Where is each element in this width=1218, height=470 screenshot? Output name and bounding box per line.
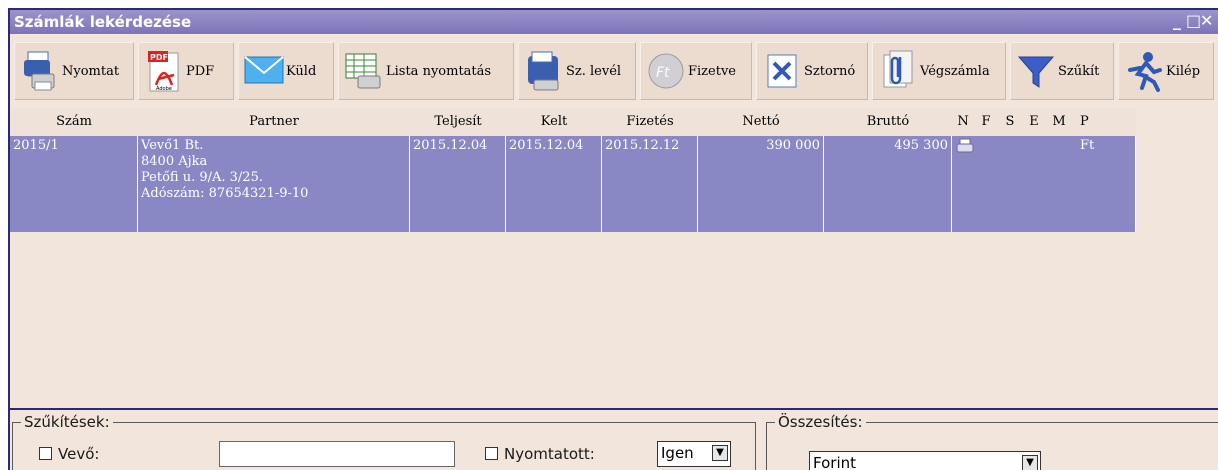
nyomtatott-select[interactable]: Igen ▼ (657, 441, 731, 467)
window-controls: _□✕ (1172, 11, 1214, 30)
close-icon[interactable]: ✕ (1200, 11, 1214, 30)
sztorno-button[interactable]: Sztornó (756, 42, 868, 100)
grid-bottom-border (10, 408, 1218, 410)
fizetve-button[interactable]: Ft Fizetve (640, 42, 752, 100)
column-header-brutto[interactable]: Bruttó (824, 108, 952, 136)
column-header-teljesit[interactable]: Teljesít (410, 108, 506, 136)
cell-partner: Vevő1 Bt. 8400 Ajka Petőfi u. 9/A. 3/25.… (138, 136, 410, 232)
column-header-fizetes[interactable]: Fizetés (602, 108, 698, 136)
cell-brutto: 495 300 (824, 136, 952, 232)
title-bar: Számlák lekérdezése _□✕ (10, 10, 1218, 34)
sztorno-label: Sztornó (804, 63, 856, 79)
pdf-icon-subtext: Adobe (156, 86, 172, 92)
column-header-szam[interactable]: Szám (10, 108, 138, 136)
column-header-s[interactable]: S (998, 108, 1022, 136)
cell-netto: 390 000 (698, 136, 824, 232)
cell-fizetes: 2015.12.12 (602, 136, 698, 232)
maximize-icon[interactable]: □ (1186, 11, 1201, 30)
filters-legend: Szűkítések: (21, 413, 113, 431)
column-header-partner[interactable]: Partner (138, 108, 410, 136)
funnel-icon (1015, 49, 1057, 93)
vevo-label: Vevő: (58, 445, 100, 463)
currency-select[interactable]: Forint ▼ (809, 451, 1041, 470)
partner-taxnumber: Adószám: 87654321-9-10 (141, 186, 309, 201)
vegszamla-label: Végszámla (920, 63, 990, 79)
invoice-table: Szám Partner Teljesít Kelt Fizetés Nettó… (10, 108, 1136, 408)
summary-legend: Összesítés: (775, 413, 866, 431)
column-header-kelt[interactable]: Kelt (506, 108, 602, 136)
fizetve-label: Fizetve (688, 63, 736, 79)
list-print-icon (343, 49, 385, 93)
sz-level-button[interactable]: Sz. levél (518, 42, 636, 100)
column-header-netto[interactable]: Nettó (698, 108, 824, 136)
vevo-checkbox-row[interactable]: Vevő: (39, 445, 99, 463)
toolbar: Nyomtat PDF Adobe PDF Küld Lista nyomtat… (10, 38, 1218, 110)
nyomtatott-checkbox-row[interactable]: Nyomtatott: (485, 445, 595, 463)
cell-flags (952, 136, 1072, 232)
kilep-button[interactable]: Kilép (1118, 42, 1214, 100)
paperclip-icon (877, 49, 919, 93)
pdf-icon-text: PDF (150, 53, 168, 62)
running-man-icon (1123, 49, 1165, 93)
kuld-button[interactable]: Küld (238, 42, 334, 100)
partner-name: Vevő1 Bt. (141, 138, 204, 153)
pdf-button[interactable]: PDF Adobe PDF (138, 42, 234, 100)
letter-print-icon (523, 49, 565, 93)
envelope-icon (243, 49, 285, 93)
window-title: Számlák lekérdezése (14, 13, 192, 31)
column-header-f[interactable]: F (974, 108, 998, 136)
nyomtat-button[interactable]: Nyomtat (14, 42, 134, 100)
kilep-label: Kilép (1166, 63, 1201, 79)
cell-kelt: 2015.12.04 (506, 136, 602, 232)
partner-street: Petőfi u. 9/A. 3/25. (141, 170, 263, 185)
ft-coin-text: Ft (656, 65, 670, 81)
nyomtatott-checkbox[interactable] (485, 447, 498, 460)
column-header-m[interactable]: M (1046, 108, 1072, 136)
pdf-icon: PDF Adobe (143, 49, 185, 93)
chevron-down-icon[interactable]: ▼ (712, 445, 728, 461)
printer-document-icon (19, 49, 61, 93)
invoice-query-window: Számlák lekérdezése _□✕ Nyomtat PDF Adob… (8, 8, 1218, 470)
cell-p: Ft (1072, 136, 1136, 232)
pdf-label: PDF (186, 63, 215, 79)
cell-teljesit: 2015.12.04 (410, 136, 506, 232)
filters-group: Szűkítések: Vevő: Nyomtatott: Igen ▼ (12, 413, 756, 470)
vevo-input[interactable] (219, 441, 455, 467)
sz-level-label: Sz. levél (566, 63, 622, 79)
vegszamla-button[interactable]: Végszámla (872, 42, 1006, 100)
summary-group: Összesítés: Forint ▼ (766, 413, 1218, 470)
szukit-button[interactable]: Szűkít (1010, 42, 1114, 100)
nyomtatott-select-value: Igen (661, 444, 694, 462)
currency-select-value: Forint (813, 454, 856, 470)
szukit-label: Szűkít (1058, 63, 1100, 79)
lista-nyomtatas-label: Lista nyomtatás (386, 63, 492, 79)
kuld-label: Küld (286, 63, 317, 79)
vevo-checkbox[interactable] (39, 447, 52, 460)
printer-icon (956, 138, 974, 153)
partner-city: 8400 Ajka (141, 154, 208, 169)
column-header-n[interactable]: N (952, 108, 974, 136)
nyomtat-label: Nyomtat (62, 63, 120, 79)
lista-nyomtatas-button[interactable]: Lista nyomtatás (338, 42, 514, 100)
cell-szam: 2015/1 (10, 136, 138, 232)
chevron-down-icon[interactable]: ▼ (1022, 455, 1038, 470)
minimize-icon[interactable]: _ (1172, 11, 1186, 30)
column-header-e[interactable]: E (1022, 108, 1046, 136)
ft-coin-icon: Ft (645, 49, 687, 93)
nyomtatott-label: Nyomtatott: (504, 445, 595, 463)
column-header-p[interactable]: P (1072, 108, 1136, 136)
cancel-x-icon (761, 49, 803, 93)
